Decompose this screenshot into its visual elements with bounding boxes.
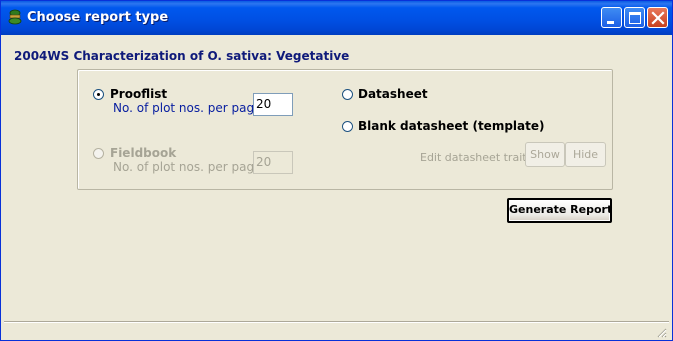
- show-traits-button[interactable]: Show: [525, 142, 565, 167]
- minimize-icon: [607, 21, 614, 24]
- hide-traits-button[interactable]: Hide: [565, 142, 606, 167]
- window-title: Choose report type: [27, 10, 169, 25]
- prooflist-label[interactable]: Prooflist: [110, 87, 167, 101]
- green-plant-app-icon: [7, 9, 23, 25]
- prooflist-radio[interactable]: [93, 89, 104, 100]
- maximize-button[interactable]: [624, 7, 645, 28]
- fieldbook-plots-per-page-label: No. of plot nos. per page: [113, 160, 262, 174]
- resize-grip-icon[interactable]: [655, 326, 667, 338]
- edit-traits-label: Edit datasheet traits:: [420, 151, 537, 164]
- fieldbook-label[interactable]: Fieldbook: [110, 146, 176, 160]
- fieldbook-radio[interactable]: [93, 148, 104, 159]
- datasheet-radio[interactable]: [342, 89, 353, 100]
- report-type-dialog: Choose report type 2004WS Characterizati…: [0, 0, 673, 341]
- datasheet-label[interactable]: Datasheet: [358, 87, 428, 101]
- close-icon: [651, 11, 665, 25]
- prooflist-plots-per-page-input[interactable]: 20: [253, 93, 293, 116]
- blank-datasheet-radio[interactable]: [342, 121, 353, 132]
- minimize-button[interactable]: [601, 7, 622, 28]
- status-bar: [4, 321, 669, 339]
- close-button[interactable]: [647, 7, 668, 28]
- dataset-heading: 2004WS Characterization of O. sativa: Ve…: [14, 49, 350, 63]
- title-bar[interactable]: Choose report type: [1, 1, 672, 35]
- generate-report-button[interactable]: Generate Report: [507, 198, 612, 223]
- maximize-icon: [629, 12, 641, 24]
- prooflist-plots-per-page-label: No. of plot nos. per page: [113, 101, 262, 115]
- fieldbook-plots-per-page-input[interactable]: 20: [253, 151, 293, 174]
- blank-datasheet-label[interactable]: Blank datasheet (template): [358, 119, 544, 133]
